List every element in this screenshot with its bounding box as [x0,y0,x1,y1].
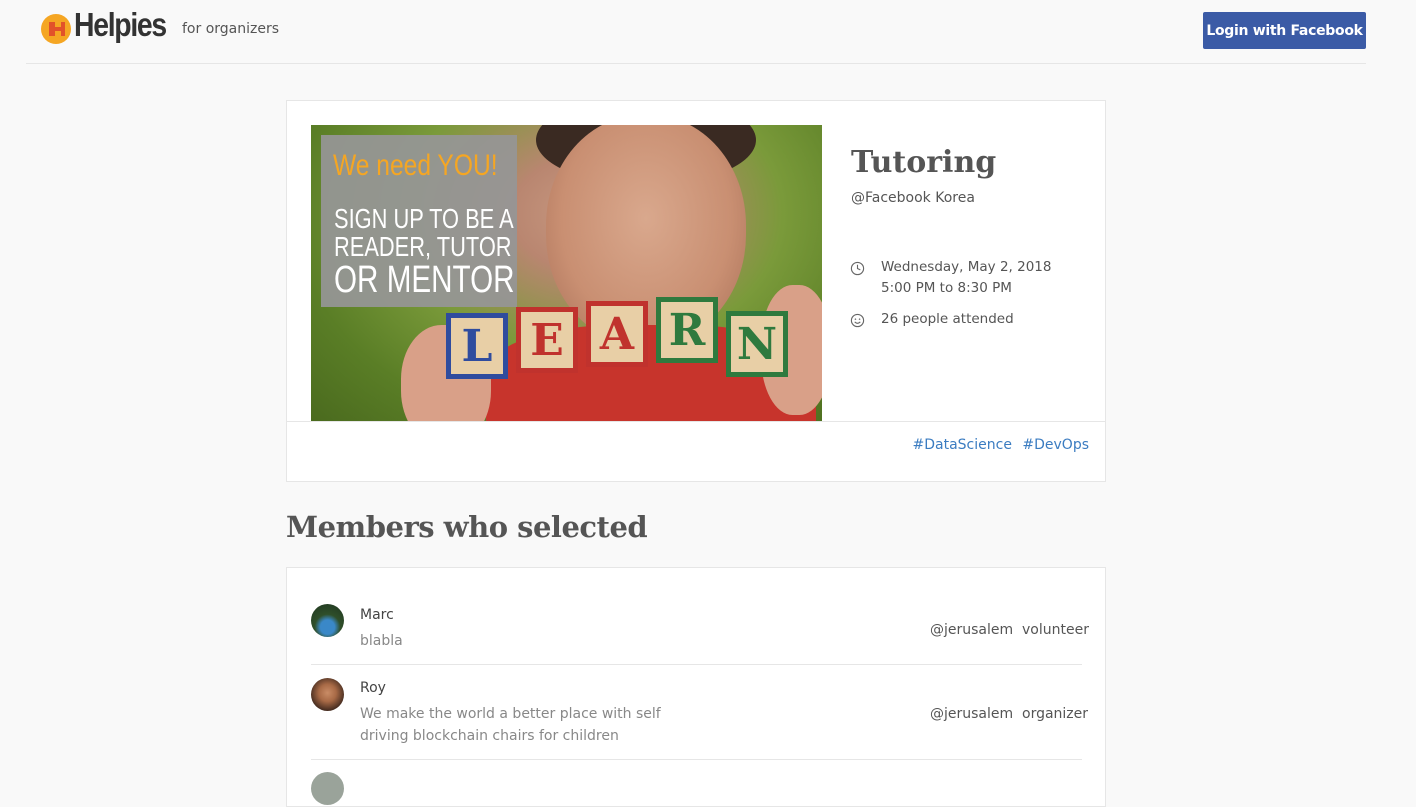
smiley-icon [850,313,865,328]
event-tags: #DataScience #DevOps [907,437,1090,453]
login-with-facebook-button[interactable]: Login with Facebook [1203,12,1366,49]
attendance-count: 26 people attended [881,311,1014,327]
learn-block-l: L [446,313,508,379]
learn-block-n: N [726,311,788,377]
logo-text[interactable]: Helpies [74,6,167,44]
learn-block-a: A [586,301,648,367]
helpies-logo-icon[interactable] [40,13,72,45]
member-name[interactable]: Roy [360,680,386,696]
event-time: 5:00 PM to 8:30 PM [881,280,1012,296]
tag-devops[interactable]: #DevOps [1022,437,1089,453]
image-line-3: OR MENTOR [334,259,515,301]
clock-icon [850,261,865,276]
members-section-title: Members who selected [286,510,648,544]
member-description: We make the world a better place with se… [360,706,661,744]
event-image: L E A R N We need YOU! SIGN UP TO BE A R… [311,125,822,421]
event-card: L E A R N We need YOU! SIGN UP TO BE A R… [286,100,1106,482]
logo-subtitle: for organizers [182,21,280,37]
member-description: blabla [360,633,403,649]
event-date: Wednesday, May 2, 2018 [881,259,1052,275]
event-title: Tutoring [851,145,997,180]
image-headline: We need YOU! [333,149,498,182]
member-role: volunteer [1022,622,1089,638]
avatar[interactable] [311,678,344,711]
member-location: @jerusalem [930,622,1014,638]
tag-datascience[interactable]: #DataScience [913,437,1012,453]
avatar[interactable] [311,772,344,805]
learn-block-e: E [516,307,578,373]
member-row[interactable]: Roy We make the world a better place wit… [311,676,1088,760]
member-name[interactable]: Marc [360,607,394,623]
event-host[interactable]: @Facebook Korea [851,190,975,206]
member-role: organizer [1022,706,1089,722]
image-text-overlay: We need YOU! SIGN UP TO BE A READER, TUT… [321,135,517,307]
learn-block-r: R [656,297,718,363]
members-card: Marc blabla @jerusalem volunteer Roy We … [286,567,1106,807]
card-divider [287,421,1105,422]
member-row[interactable]: Marc blabla @jerusalem volunteer [311,604,1089,665]
member-location: @jerusalem [930,706,1014,722]
avatar[interactable] [311,604,344,637]
top-bar: Helpies for organizers Login with Facebo… [26,0,1366,64]
